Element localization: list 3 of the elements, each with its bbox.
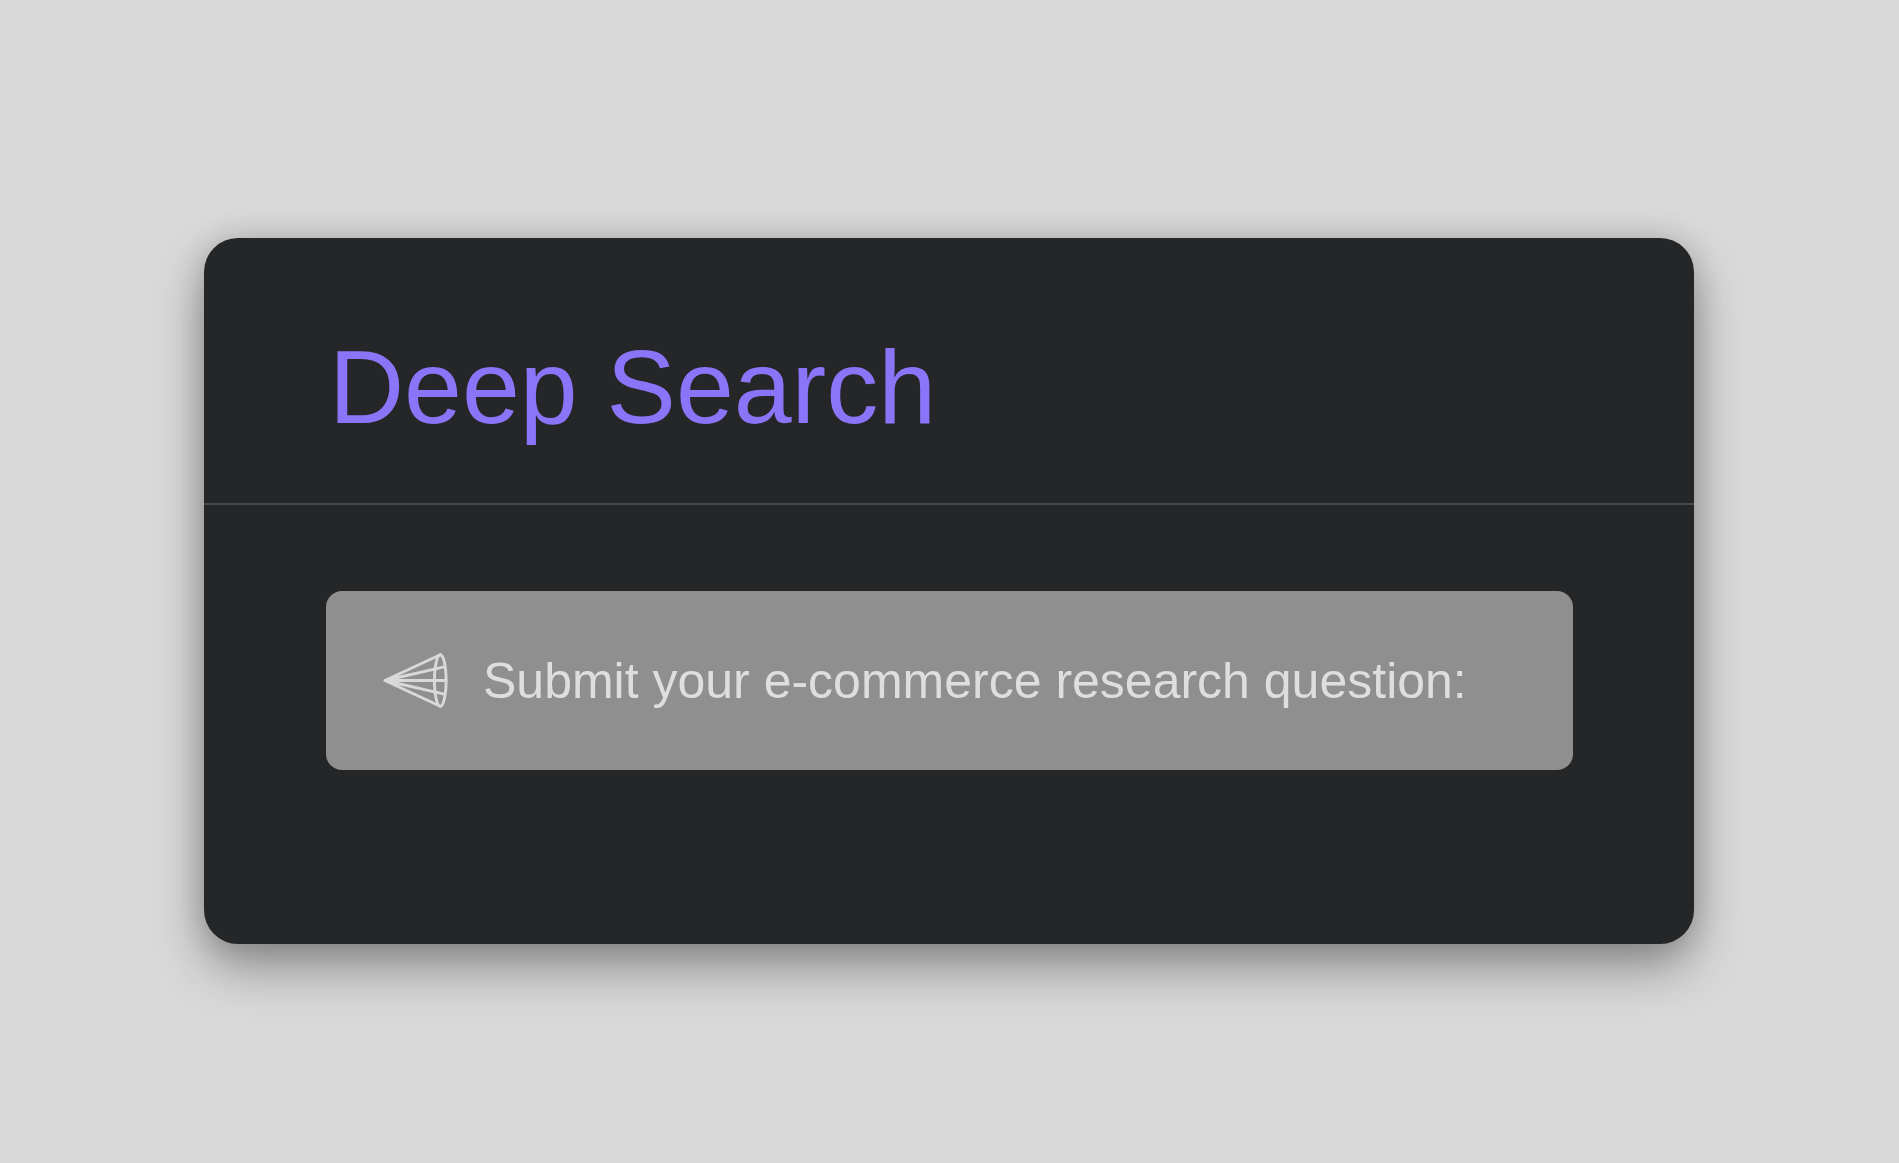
card-title: Deep Search [329,328,937,447]
question-field[interactable]: Submit your e-commerce research question: [326,591,1573,770]
cone-icon [382,652,450,709]
